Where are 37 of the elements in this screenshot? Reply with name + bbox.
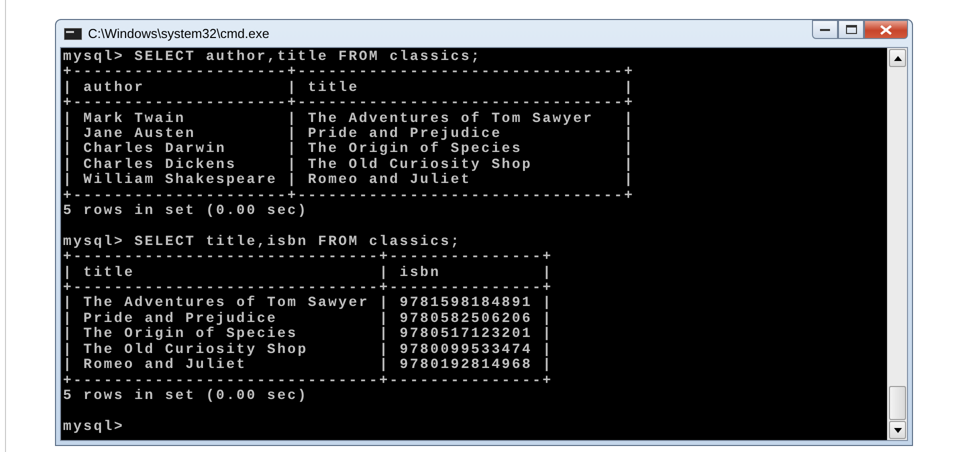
console-line: +---------------------+--------------------------------+ — [63, 65, 634, 80]
console-line: | title | isbn | — [63, 266, 553, 282]
console-line: +------------------------------+---------------+ — [63, 281, 553, 296]
scroll-up-button[interactable] — [889, 49, 906, 67]
console-line: | Romeo and Juliet | 9780192814968 | — [63, 358, 553, 374]
console-line: +---------------------+--------------------------------+ — [63, 188, 634, 204]
minimize-button[interactable] — [812, 20, 838, 39]
console-line: | The Old Curiosity Shop | 9780099533474 | — [63, 342, 553, 358]
console-line: | Charles Darwin | The Origin of Species | — [63, 142, 634, 158]
maximize-button[interactable] — [838, 20, 864, 39]
console-app-icon — [64, 28, 82, 40]
minimize-icon — [820, 28, 830, 32]
console-line: | Charles Dickens | The Old Curiosity Shop | — [63, 158, 634, 173]
console-line: mysql> SELECT author,title FROM classics; — [63, 50, 482, 66]
console-line: | The Adventures of Tom Sawyer | 9781598184891 | — [63, 296, 553, 312]
scroll-down-button[interactable] — [889, 421, 906, 439]
console-line: | author | title | — [63, 80, 634, 96]
console-line: | Jane Austen | Pride and Prejudice | — [63, 127, 634, 142]
close-button[interactable] — [864, 20, 908, 39]
console-line: | William Shakespeare | Romeo and Juliet | — [63, 173, 634, 189]
console-line: | Mark Twain | The Adventures of Tom Sawyer | — [63, 112, 634, 127]
console-line: +------------------------------+---------------+ — [63, 250, 553, 266]
scrollbar-thumb[interactable] — [889, 386, 906, 420]
console-line: mysql> — [63, 420, 124, 436]
console-line: mysql> SELECT title,isbn FROM classics; — [63, 234, 461, 250]
up-arrow-icon — [894, 56, 902, 60]
console-line: +------------------------------+---------------+ — [63, 374, 553, 389]
console-line: | Pride and Prejudice | 9780582506206 | — [63, 312, 553, 327]
vertical-scrollbar[interactable] — [887, 48, 907, 440]
close-icon — [880, 24, 892, 34]
maximize-icon — [846, 25, 856, 34]
down-arrow-icon — [894, 428, 902, 432]
console-line: +---------------------+--------------------------------+ — [63, 96, 634, 112]
console-line: | The Origin of Species | 9780517123201 | — [63, 327, 553, 342]
console-line: 5 rows in set (0.00 sec) — [63, 388, 308, 404]
console-line: 5 rows in set (0.00 sec) — [63, 204, 308, 220]
window-title: C:\Windows\system32\cmd.exe — [88, 26, 270, 41]
